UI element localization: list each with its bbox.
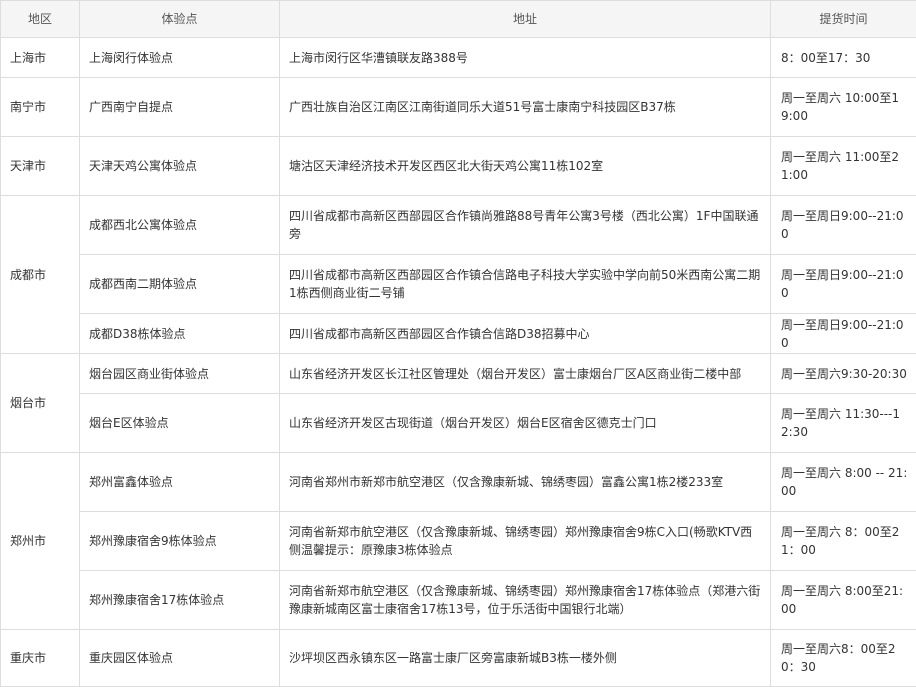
address-cell: 河南省新郑市航空港区（仅含豫康新城、锦绣枣园）郑州豫康宿舍9栋C入口(畅歌KTV… <box>280 512 771 571</box>
site-cell: 成都西北公寓体验点 <box>80 196 280 255</box>
address-cell: 四川省成都市高新区西部园区合作镇合信路电子科技大学实验中学向前50米西南公寓二期… <box>280 255 771 314</box>
site-cell: 烟台E区体验点 <box>80 394 280 453</box>
hours-cell: 周一至周六9:30-20:30 <box>771 354 916 394</box>
address-cell: 河南省郑州市新郑市航空港区（仅含豫康新城、锦绣枣园）富鑫公寓1栋2楼233室 <box>280 453 771 512</box>
site-cell: 烟台园区商业街体验点 <box>80 354 280 394</box>
table-row: 成都D38栋体验点 四川省成都市高新区西部园区合作镇合信路D38招募中心 周一至… <box>1 314 916 354</box>
address-cell: 河南省新郑市航空港区（仅含豫康新城、锦绣枣园）郑州豫康宿舍17栋体验点（郑港六街… <box>280 571 771 630</box>
site-cell: 天津天鸡公寓体验点 <box>80 137 280 196</box>
hours-cell: 周一至周六 8:00 -- 21:00 <box>771 453 916 512</box>
site-cell: 上海闵行体验点 <box>80 38 280 78</box>
site-cell: 郑州豫康宿舍17栋体验点 <box>80 571 280 630</box>
hours-cell: 周一至周日9:00--21:00 <box>771 314 916 354</box>
hours-cell: 8：00至17：30 <box>771 38 916 78</box>
address-cell: 山东省经济开发区长江社区管理处（烟台开发区）富士康烟台厂区A区商业街二楼中部 <box>280 354 771 394</box>
address-cell: 沙坪坝区西永镇东区一路富士康厂区旁富康新城B3栋一楼外侧 <box>280 630 771 687</box>
hours-cell: 周一至周六 8：00至21：00 <box>771 512 916 571</box>
table-row: 天津市 天津天鸡公寓体验点 塘沽区天津经济技术开发区西区北大街天鸡公寓11栋10… <box>1 137 916 196</box>
table-row: 郑州市 郑州富鑫体验点 河南省郑州市新郑市航空港区（仅含豫康新城、锦绣枣园）富鑫… <box>1 453 916 512</box>
region-cell: 郑州市 <box>1 453 80 630</box>
site-cell: 郑州豫康宿舍9栋体验点 <box>80 512 280 571</box>
region-cell: 成都市 <box>1 196 80 354</box>
address-cell: 塘沽区天津经济技术开发区西区北大街天鸡公寓11栋102室 <box>280 137 771 196</box>
table-row: 烟台E区体验点 山东省经济开发区古现街道（烟台开发区）烟台E区宿舍区德克士门口 … <box>1 394 916 453</box>
site-cell: 广西南宁自提点 <box>80 78 280 137</box>
address-cell: 上海市闵行区华漕镇联友路388号 <box>280 38 771 78</box>
address-cell: 四川省成都市高新区西部园区合作镇合信路D38招募中心 <box>280 314 771 354</box>
site-cell: 成都西南二期体验点 <box>80 255 280 314</box>
table-row: 郑州豫康宿舍17栋体验点 河南省新郑市航空港区（仅含豫康新城、锦绣枣园）郑州豫康… <box>1 571 916 630</box>
address-cell: 四川省成都市高新区西部园区合作镇尚雅路88号青年公寓3号楼（西北公寓）1F中国联… <box>280 196 771 255</box>
region-cell: 南宁市 <box>1 78 80 137</box>
table-row: 成都西南二期体验点 四川省成都市高新区西部园区合作镇合信路电子科技大学实验中学向… <box>1 255 916 314</box>
address-cell: 山东省经济开发区古现街道（烟台开发区）烟台E区宿舍区德克士门口 <box>280 394 771 453</box>
region-cell: 天津市 <box>1 137 80 196</box>
hours-cell: 周一至周六 11:00至21:00 <box>771 137 916 196</box>
pickup-locations-table: 地区 体验点 地址 提货时间 上海市 上海闵行体验点 上海市闵行区华漕镇联友路3… <box>0 0 916 687</box>
header-site: 体验点 <box>80 1 280 38</box>
header-address: 地址 <box>280 1 771 38</box>
hours-cell: 周一至周日9:00--21:00 <box>771 255 916 314</box>
site-cell: 重庆园区体验点 <box>80 630 280 687</box>
table-header-row: 地区 体验点 地址 提货时间 <box>1 1 916 38</box>
table-row: 南宁市 广西南宁自提点 广西壮族自治区江南区江南街道同乐大道51号富士康南宁科技… <box>1 78 916 137</box>
table-row: 重庆市 重庆园区体验点 沙坪坝区西永镇东区一路富士康厂区旁富康新城B3栋一楼外侧… <box>1 630 916 687</box>
hours-cell: 周一至周六8：00至20：30 <box>771 630 916 687</box>
site-cell: 成都D38栋体验点 <box>80 314 280 354</box>
table-row: 烟台市 烟台园区商业街体验点 山东省经济开发区长江社区管理处（烟台开发区）富士康… <box>1 354 916 394</box>
site-cell: 郑州富鑫体验点 <box>80 453 280 512</box>
hours-cell: 周一至周六 10:00至19:00 <box>771 78 916 137</box>
region-cell: 上海市 <box>1 38 80 78</box>
region-cell: 重庆市 <box>1 630 80 687</box>
address-cell: 广西壮族自治区江南区江南街道同乐大道51号富士康南宁科技园区B37栋 <box>280 78 771 137</box>
header-region: 地区 <box>1 1 80 38</box>
header-pickup-time: 提货时间 <box>771 1 916 38</box>
table-row: 上海市 上海闵行体验点 上海市闵行区华漕镇联友路388号 8：00至17：30 <box>1 38 916 78</box>
table-row: 成都市 成都西北公寓体验点 四川省成都市高新区西部园区合作镇尚雅路88号青年公寓… <box>1 196 916 255</box>
hours-cell: 周一至周日9:00--21:00 <box>771 196 916 255</box>
hours-cell: 周一至周六 8:00至21:00 <box>771 571 916 630</box>
hours-cell: 周一至周六 11:30---12:30 <box>771 394 916 453</box>
table-row: 郑州豫康宿舍9栋体验点 河南省新郑市航空港区（仅含豫康新城、锦绣枣园）郑州豫康宿… <box>1 512 916 571</box>
region-cell: 烟台市 <box>1 354 80 453</box>
